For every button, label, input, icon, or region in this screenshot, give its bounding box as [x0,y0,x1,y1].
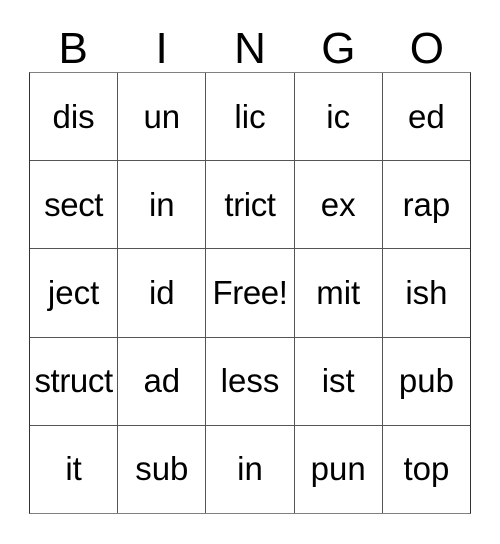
bingo-header-letter-b: B [29,20,117,72]
bingo-cell-label: it [65,450,82,488]
bingo-cell-i1[interactable]: un [118,73,207,161]
bingo-cell-label: pun [310,450,366,488]
bingo-cell-label: lic [234,97,266,135]
bingo-cell-o5[interactable]: top [383,426,470,513]
bingo-cell-n4[interactable]: less [206,337,295,425]
bingo-cell-b3[interactable]: ject [30,249,119,337]
bingo-header-letter-n: N [206,20,294,72]
bingo-cell-label: top [403,450,450,488]
bingo-cell-n1[interactable]: lic [206,73,295,161]
bingo-header-letter-o: O [383,20,471,72]
bingo-cell-b2[interactable]: sect [30,161,119,249]
bingo-cell-b5[interactable]: it [30,425,119,514]
bingo-cell-label: less [220,362,280,400]
bingo-cell-i3[interactable]: id [118,249,207,337]
bingo-cell-g2[interactable]: ex [295,161,383,249]
bingo-cell-free-space[interactable]: Free! [206,249,295,337]
bingo-cell-label: rap [402,185,451,223]
bingo-cell-label: struct [34,362,113,400]
bingo-cell-i2[interactable]: in [118,161,207,249]
bingo-cell-b4[interactable]: struct [30,337,119,425]
bingo-card: B I N G O dis un lic ic ed sect in trict… [0,0,500,544]
bingo-header-letter-g: G [294,20,382,72]
header-letter-text: N [234,24,266,73]
bingo-cell-label: sect [44,185,104,223]
bingo-cell-label: ist [321,362,355,400]
bingo-grid: dis un lic ic ed sect in trict ex rap je… [29,72,471,514]
bingo-cell-label: in [237,450,263,488]
bingo-cell-label: pub [398,362,454,400]
bingo-cell-o4[interactable]: pub [383,338,470,425]
header-letter-text: O [409,24,444,73]
bingo-cell-label: dis [52,97,95,135]
bingo-header-row: B I N G O [29,20,471,72]
bingo-cell-o2[interactable]: rap [383,161,470,248]
bingo-cell-g1[interactable]: ic [295,73,383,161]
bingo-cell-o3[interactable]: ish [383,249,470,336]
bingo-cell-label: sub [135,450,189,488]
bingo-cell-i5[interactable]: sub [118,425,207,514]
bingo-cell-g3[interactable]: mit [295,249,383,337]
header-letter-text: B [58,24,88,73]
bingo-cell-i4[interactable]: ad [118,337,207,425]
bingo-row: it sub in pun top [30,425,470,514]
bingo-cell-n2[interactable]: trict [206,161,295,249]
bingo-row: sect in trict ex rap [30,161,470,250]
bingo-cell-label: in [148,185,175,223]
bingo-cell-label: mit [316,274,361,311]
header-letter-text: G [321,24,356,73]
bingo-cell-label: un [143,97,181,135]
bingo-cell-b1[interactable]: dis [30,73,119,161]
header-letter-text: I [155,24,168,73]
free-space-label: Free! [212,274,288,311]
bingo-cell-label: id [148,274,175,311]
bingo-cell-g4[interactable]: ist [295,337,383,425]
bingo-cell-label: ad [143,362,181,400]
bingo-cell-label: ject [47,274,100,311]
bingo-cell-label: ed [408,97,445,135]
bingo-cell-n5[interactable]: in [206,425,295,514]
bingo-cell-label: ic [326,97,351,135]
bingo-cell-label: trict [224,185,276,223]
bingo-row: struct ad less ist pub [30,337,470,426]
bingo-row: dis un lic ic ed [30,73,470,162]
bingo-cell-label: ish [405,274,448,311]
bingo-header-letter-i: I [117,20,205,72]
bingo-row: ject id Free! mit ish [30,249,470,338]
bingo-cell-label: ex [320,185,356,223]
bingo-cell-g5[interactable]: pun [295,425,383,514]
bingo-cell-o1[interactable]: ed [383,73,470,160]
